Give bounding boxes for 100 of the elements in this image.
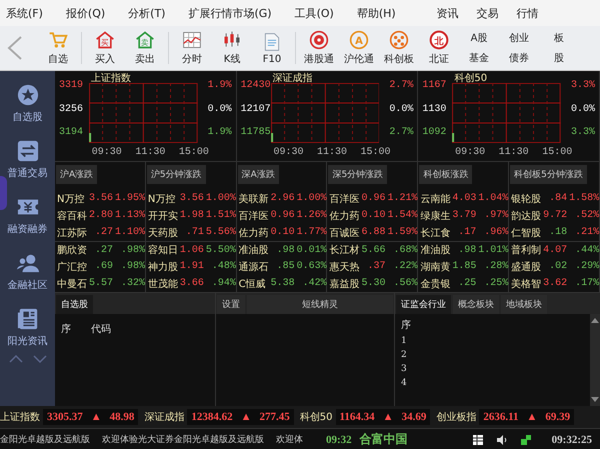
stock-name: 长江材: [329, 244, 360, 257]
stock-name: 神力股: [148, 260, 179, 274]
panel-tab[interactable]: 沪A涨跌: [56, 165, 98, 184]
sidebar-item[interactable]: 自选股: [12, 80, 42, 127]
panel-tab[interactable]: 科创板涨跌: [419, 165, 472, 184]
index-name: 创业板指: [436, 410, 476, 424]
toolbar-button[interactable]: K线: [212, 30, 252, 66]
index-name: 上证指数: [0, 410, 40, 424]
network-icon[interactable]: [520, 434, 532, 446]
toolbar-button[interactable]: A股 基金: [459, 31, 499, 65]
news-ticker-text: 欢迎体: [276, 434, 303, 446]
price-label: 3256: [59, 104, 84, 114]
menu-item[interactable]: 扩展行情市场(G): [188, 6, 272, 20]
menu-item[interactable]: 行情: [516, 6, 539, 20]
sidebar-item[interactable]: 金融社区: [8, 248, 48, 295]
change-cell-text: 1.51%: [204, 210, 236, 221]
panel-tab[interactable]: 深A涨跌: [238, 165, 279, 184]
toolbar-button[interactable]: 科创板: [379, 30, 419, 66]
price-cell: 3.66: [180, 278, 204, 289]
letter-ring-icon: 北: [429, 30, 449, 50]
chevron-down-icon[interactable]: [32, 355, 46, 363]
panel-tab[interactable]: 地域板块: [501, 295, 547, 314]
toolbar-button[interactable]: A 沪伦通: [339, 30, 379, 66]
clock-text: 09:32:25: [552, 434, 592, 446]
stock-name: 盛通股: [511, 260, 542, 274]
toolbar-button[interactable]: 卖 卖出: [125, 30, 165, 66]
change-cell-text: .98%: [120, 261, 145, 272]
price-cell-text: .98: [276, 244, 295, 256]
news-ticker-text: 金阳光卓越版及远航版: [0, 434, 90, 446]
sidebar-item[interactable]: 普通交易: [8, 136, 48, 183]
menu-item[interactable]: 报价(Q): [66, 6, 106, 20]
change-cell-text: 5.50%: [204, 244, 236, 256]
change-cell-text: .32%: [120, 278, 145, 289]
chevron-up-icon[interactable]: [8, 355, 22, 363]
stock-name: 普利制: [511, 244, 542, 257]
toolbar-button[interactable]: 买 买入: [85, 30, 125, 66]
panel-tab[interactable]: 沪5分钟涨跌: [146, 165, 206, 184]
stock-name: 美联新: [238, 192, 270, 206]
panel-tab[interactable]: 设置: [217, 295, 245, 314]
percent-label: 0.0%: [571, 104, 596, 114]
panel-tab[interactable]: 深5分钟涨跌: [328, 165, 388, 184]
letter-ring-icon: A: [349, 30, 369, 50]
stock-name: N万控: [57, 192, 86, 206]
column-header: 序: [401, 318, 412, 332]
table-icon[interactable]: [472, 434, 484, 446]
price-label: 1092: [422, 127, 448, 138]
row-number: 4: [401, 378, 408, 388]
percent-label: 3.3%: [571, 127, 596, 138]
panel-tab[interactable]: 证监会行业: [396, 295, 451, 314]
change-cell-text: .96%: [483, 227, 508, 238]
menu-item[interactable]: 资讯: [436, 6, 459, 20]
toolbar-button[interactable]: 港股通: [299, 30, 339, 66]
price-cell: 3.56: [89, 193, 113, 204]
change-cell-text: .42%: [302, 278, 327, 289]
toolbar-button[interactable]: F10: [252, 32, 292, 64]
change-cell-text: .94%: [210, 278, 236, 289]
column-header: 序: [61, 322, 71, 336]
price-cell-text: .98: [457, 244, 476, 256]
change-cell-text: .29%: [574, 261, 600, 272]
stock-name: 世茂能: [148, 278, 179, 290]
scroll-up-icon[interactable]: [591, 317, 599, 323]
menu-item[interactable]: 系统(F): [6, 6, 43, 20]
change-cell-text: .17%: [574, 278, 600, 289]
scroll-down-icon[interactable]: [591, 397, 599, 403]
row-number: 1: [401, 336, 408, 346]
change-cell-text: 0.63%: [296, 261, 327, 272]
time-label: 09:30: [455, 146, 486, 158]
menu-item[interactable]: 工具(O): [294, 6, 334, 20]
menu-item[interactable]: 分析(T): [128, 6, 166, 20]
stock-name: 绿康生: [420, 210, 452, 222]
panel-tab[interactable]: 科创板5分钟涨跌: [510, 165, 587, 184]
sidebar-item[interactable]: 阳光资讯: [8, 304, 48, 351]
menu-item[interactable]: 交易: [476, 6, 499, 20]
speaker-icon[interactable]: [496, 434, 508, 446]
stock-name: 鹏欣资: [57, 244, 88, 257]
stock-name: 准油股: [420, 244, 452, 257]
sidebar-item[interactable]: 融资融券: [8, 192, 48, 239]
stock-name: N万控: [148, 192, 176, 206]
toolbar-button[interactable]: 北 北证: [419, 30, 459, 66]
stock-name: 金贵银: [420, 278, 452, 290]
price-cell: 5.30: [361, 278, 386, 289]
price-label: 12430: [240, 80, 271, 91]
time-label: 11:30: [316, 146, 347, 158]
panel-tab[interactable]: 概念板块: [453, 295, 499, 314]
stock-name: 准油股: [238, 244, 270, 257]
menu-item[interactable]: 帮助(H): [356, 6, 396, 20]
change-cell-text: 1.58%: [568, 193, 600, 204]
toolbar-button[interactable]: 分时: [172, 30, 212, 66]
toolbar-button[interactable]: 板 股: [539, 31, 579, 65]
panel-tab[interactable]: 短线精灵: [247, 295, 393, 314]
time-label: 11:30: [135, 146, 166, 158]
price-cell: 0.96: [361, 193, 386, 204]
scrollbar[interactable]: [590, 314, 600, 406]
toolbar-button[interactable]: 自选: [38, 30, 78, 66]
chart-title: 深证成指: [272, 72, 313, 85]
price-cell: 9.72: [543, 210, 568, 221]
stock-name: 天药股: [148, 226, 179, 240]
toolbar-button[interactable]: 创业 债券: [499, 31, 539, 65]
panel-tab[interactable]: 自选股: [56, 295, 93, 314]
stock-name: 佐力药: [238, 226, 270, 240]
